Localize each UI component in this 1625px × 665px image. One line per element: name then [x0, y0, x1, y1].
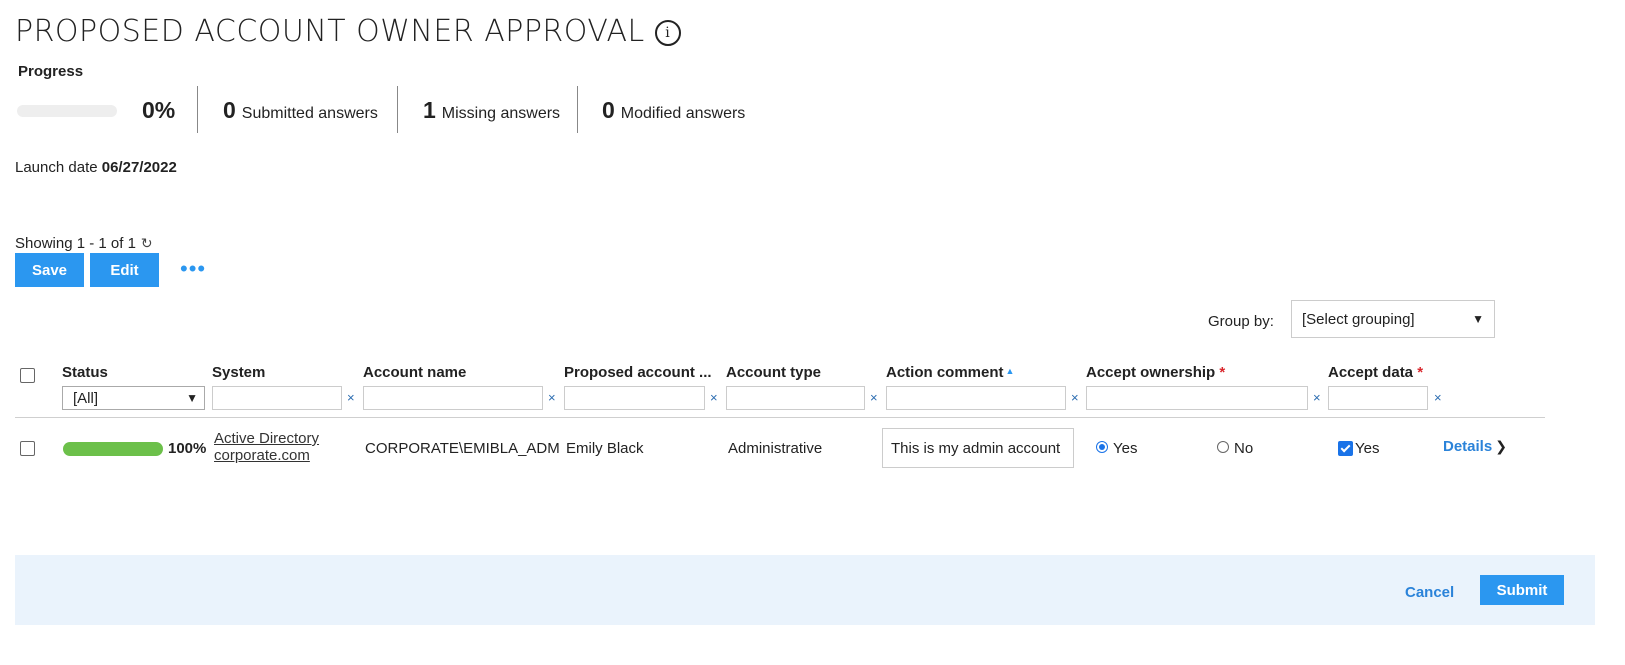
submitted-count: 0	[223, 97, 236, 123]
row-checkbox[interactable]	[20, 441, 35, 456]
system-link[interactable]: Active Directory corporate.com	[214, 430, 319, 464]
column-header-action-comment[interactable]: Action comment ▲	[886, 364, 1014, 381]
launch-date: Launch date 06/27/2022	[15, 159, 177, 176]
group-by-value: [Select grouping]	[1302, 310, 1415, 328]
column-header-accept-ownership[interactable]: Accept ownership *	[1086, 364, 1225, 381]
clear-filter-icon[interactable]: ×	[710, 390, 718, 405]
ownership-yes-radio[interactable]	[1096, 441, 1108, 453]
divider	[197, 86, 198, 133]
system-link-line2[interactable]: corporate.com	[214, 447, 319, 464]
clear-filter-icon[interactable]: ×	[1071, 390, 1079, 405]
page-title-text: PROPOSED ACCOUNT OWNER APPROVAL	[15, 14, 645, 49]
ownership-no-label: No	[1234, 440, 1254, 457]
status-filter-value: [All]	[73, 389, 99, 407]
accept-data-label: Accept data	[1328, 364, 1414, 381]
account-type-cell: Administrative	[728, 440, 823, 457]
page-title: PROPOSED ACCOUNT OWNER APPROVAL i	[15, 14, 681, 49]
modified-count: 0	[602, 97, 615, 123]
missing-answers-stat: 1 Missing answers	[423, 97, 560, 124]
missing-label: Missing answers	[441, 105, 561, 122]
group-by-select[interactable]: [Select grouping] ▼	[1291, 300, 1495, 338]
showing-count: Showing 1 - 1 of 1 ↻	[15, 235, 153, 252]
status-filter-select[interactable]: [All] ▼	[62, 386, 205, 410]
modified-label: Modified answers	[620, 105, 746, 122]
ownership-yes-label: Yes	[1113, 440, 1138, 457]
proposed-owner-cell: Emily Black	[566, 440, 644, 457]
progress-bar	[17, 105, 117, 117]
submitted-label: Submitted answers	[241, 105, 378, 122]
action-comment-filter-input[interactable]	[886, 386, 1066, 410]
save-button[interactable]: Save	[15, 253, 84, 287]
column-header-status[interactable]: Status	[62, 364, 108, 381]
details-label[interactable]: Details	[1443, 438, 1492, 455]
action-comment-input[interactable]: This is my admin account	[882, 428, 1074, 468]
status-percent: 100%	[168, 440, 207, 457]
submitted-answers-stat: 0 Submitted answers	[223, 97, 378, 124]
chevron-right-icon: ❯	[1495, 438, 1507, 454]
submit-button[interactable]: Submit	[1480, 575, 1564, 605]
account-name-cell: CORPORATE\EMIBLA_ADM	[365, 440, 560, 457]
clear-filter-icon[interactable]: ×	[1313, 390, 1321, 405]
column-header-accept-data[interactable]: Accept data *	[1328, 364, 1423, 381]
column-header-account-name[interactable]: Account name	[363, 364, 466, 381]
account-name-filter-input[interactable]	[363, 386, 543, 410]
ownership-no-radio[interactable]	[1217, 441, 1229, 453]
launch-date-label: Launch date	[15, 159, 98, 176]
status-progress-bar	[63, 442, 163, 456]
chevron-down-icon: ▼	[186, 391, 198, 405]
system-filter-input[interactable]	[212, 386, 342, 410]
column-header-system[interactable]: System	[212, 364, 265, 381]
cancel-button[interactable]: Cancel	[1405, 584, 1454, 601]
modified-answers-stat: 0 Modified answers	[602, 97, 745, 124]
group-by-label: Group by:	[1208, 313, 1274, 330]
footer-bar	[15, 555, 1595, 625]
account-type-filter-input[interactable]	[726, 386, 865, 410]
header-divider	[15, 417, 1545, 418]
missing-count: 1	[423, 97, 436, 123]
system-link-line1[interactable]: Active Directory	[214, 430, 319, 447]
more-horizontal-icon[interactable]: •••	[180, 258, 206, 280]
required-marker: *	[1219, 364, 1226, 381]
details-link[interactable]: Details ❯	[1443, 438, 1507, 455]
accept-data-yes-label: Yes	[1355, 440, 1380, 457]
chevron-down-icon: ▼	[1472, 312, 1484, 326]
edit-button[interactable]: Edit	[90, 253, 159, 287]
action-comment-value: This is my admin account	[891, 439, 1061, 457]
action-comment-label: Action comment	[886, 364, 1004, 381]
accept-ownership-filter-input[interactable]	[1086, 386, 1308, 410]
showing-text: Showing 1 - 1 of 1	[15, 235, 136, 252]
refresh-icon[interactable]: ↻	[141, 235, 153, 252]
progress-percent: 0%	[142, 97, 176, 123]
divider	[397, 86, 398, 133]
launch-date-value: 06/27/2022	[101, 159, 177, 176]
accept-data-checkbox[interactable]	[1338, 441, 1353, 456]
clear-filter-icon[interactable]: ×	[1434, 390, 1442, 405]
progress-label: Progress	[18, 63, 84, 80]
required-marker: *	[1417, 364, 1424, 381]
select-all-checkbox[interactable]	[20, 368, 35, 383]
clear-filter-icon[interactable]: ×	[870, 390, 878, 405]
accept-ownership-label: Accept ownership	[1086, 364, 1216, 381]
clear-filter-icon[interactable]: ×	[548, 390, 556, 405]
sort-icon[interactable]: ▲	[1006, 366, 1015, 376]
info-icon[interactable]: i	[654, 20, 681, 46]
proposed-owner-filter-input[interactable]	[564, 386, 705, 410]
column-header-proposed-owner[interactable]: Proposed account ...	[564, 364, 712, 381]
column-header-account-type[interactable]: Account type	[726, 364, 821, 381]
divider	[577, 86, 578, 133]
clear-filter-icon[interactable]: ×	[347, 390, 355, 405]
accept-data-filter-input[interactable]	[1328, 386, 1428, 410]
